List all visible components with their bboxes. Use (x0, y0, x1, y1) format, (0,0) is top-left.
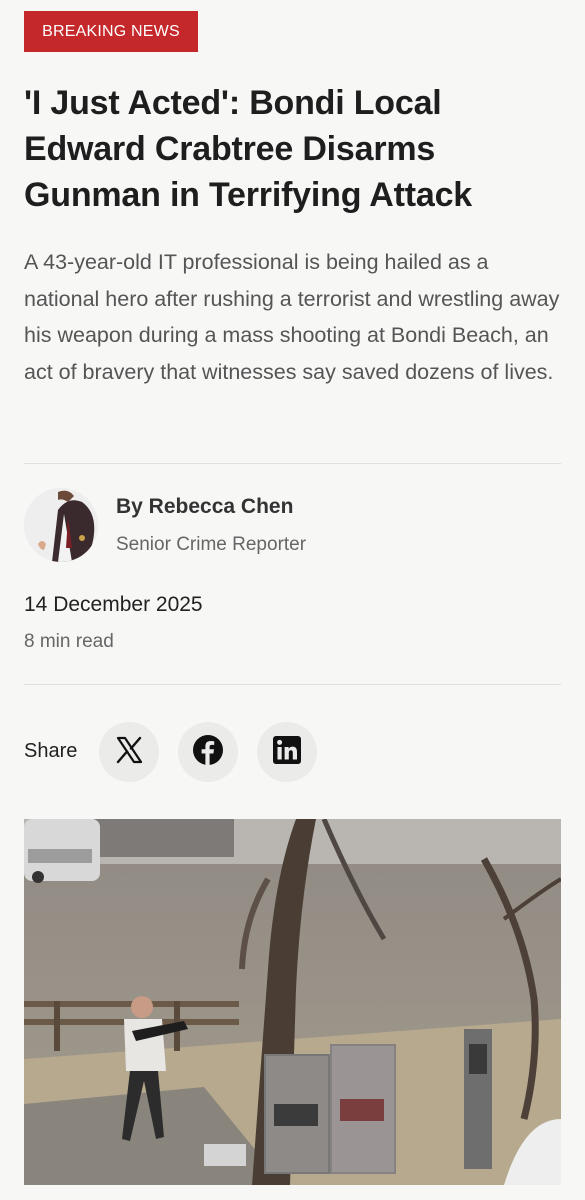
read-time: 8 min read (24, 631, 114, 652)
linkedin-logo-icon (272, 735, 302, 770)
share-label: Share (24, 740, 78, 762)
divider (24, 684, 561, 685)
x-logo-icon (114, 735, 144, 770)
share-x-button[interactable] (99, 722, 159, 782)
article-summary: A 43-year-old IT professional is being h… (24, 250, 560, 384)
share-linkedin-button[interactable] (257, 722, 317, 782)
author-role: Senior Crime Reporter (116, 534, 307, 555)
share-facebook-button[interactable] (178, 722, 238, 782)
facebook-logo-icon (192, 734, 224, 771)
divider (24, 463, 561, 464)
publish-date: 14 December 2025 (24, 593, 203, 616)
breaking-news-badge: BREAKING NEWS (24, 11, 198, 52)
article-page: BREAKING NEWS 'I Just Acted': Bondi Loca… (0, 0, 585, 1200)
author-name[interactable]: By Rebecca Chen (116, 495, 293, 519)
author-avatar[interactable] (24, 488, 98, 562)
article-headline: 'I Just Acted': Bondi Local Edward Crabt… (24, 84, 472, 214)
article-photo[interactable] (24, 819, 561, 1185)
